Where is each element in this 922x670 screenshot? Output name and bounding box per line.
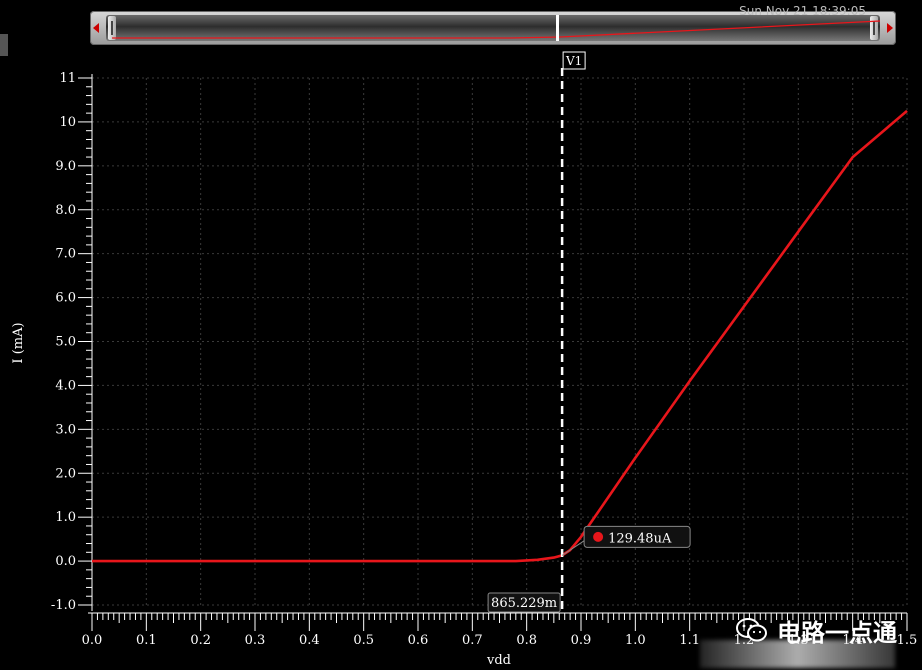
x-tick-label: 0.7	[462, 633, 483, 648]
cursor-group[interactable]: V1 865.229m 129.48uA	[487, 51, 691, 613]
wechat-icon	[735, 616, 769, 644]
y-ticks: -1.0 0.0 1.0 2.0 3.0 4.0 5.0 6.0 7.0 8.0 9.0 10 11	[51, 71, 76, 613]
cursor-leader	[561, 538, 587, 556]
x-tick-label: 0.2	[190, 633, 211, 648]
x-tick-label: 0.8	[516, 633, 537, 648]
cursor-name: V1	[565, 54, 582, 68]
y-tick-label: 3.0	[55, 422, 76, 437]
watermark: 电路一点通	[735, 612, 897, 648]
x-tick-label: 1.1	[679, 633, 700, 648]
x-tick-label: 0.9	[571, 633, 592, 648]
x-tick-label: 0.4	[299, 633, 320, 648]
cursor-marker	[593, 531, 604, 542]
x-tick-label: 0.6	[408, 633, 429, 648]
y-tick-label: 0.0	[55, 554, 76, 569]
y-tick-label: 11	[59, 71, 76, 86]
axes	[78, 74, 908, 631]
x-tick-label: 0.5	[353, 633, 374, 648]
x-axis-label: vdd	[486, 653, 511, 668]
cursor-y-value: 129.48uA	[608, 531, 672, 546]
traces	[92, 109, 908, 563]
y-tick-label: 10	[59, 115, 76, 130]
cursor-x-value: 865.229m	[491, 596, 557, 611]
current-trace	[92, 109, 908, 563]
y-tick-label: -1.0	[51, 598, 76, 613]
y-tick-label: 9.0	[55, 159, 76, 174]
iv-curve-plot[interactable]: 0.00.10.20.30.40.50.60.70.80.91.01.11.21…	[0, 0, 922, 670]
y-axis-label: I (mA)	[11, 322, 26, 363]
y-tick-label: 7.0	[55, 247, 76, 262]
x-tick-label: 1.0	[625, 633, 646, 648]
x-tick-label: 0.1	[136, 633, 157, 648]
x-tick-label: 1.5	[897, 633, 918, 648]
y-tick-label: 5.0	[55, 335, 76, 350]
y-tick-label: 2.0	[55, 466, 76, 481]
y-tick-label: 4.0	[55, 378, 76, 393]
watermark-text: 电路一点通	[777, 618, 897, 647]
y-tick-label: 6.0	[55, 291, 76, 306]
grid	[91, 77, 908, 606]
x-tick-label: 0.3	[245, 633, 266, 648]
y-tick-label: 1.0	[55, 510, 76, 525]
x-tick-label: 0.0	[82, 633, 103, 648]
y-tick-label: 8.0	[55, 203, 76, 218]
